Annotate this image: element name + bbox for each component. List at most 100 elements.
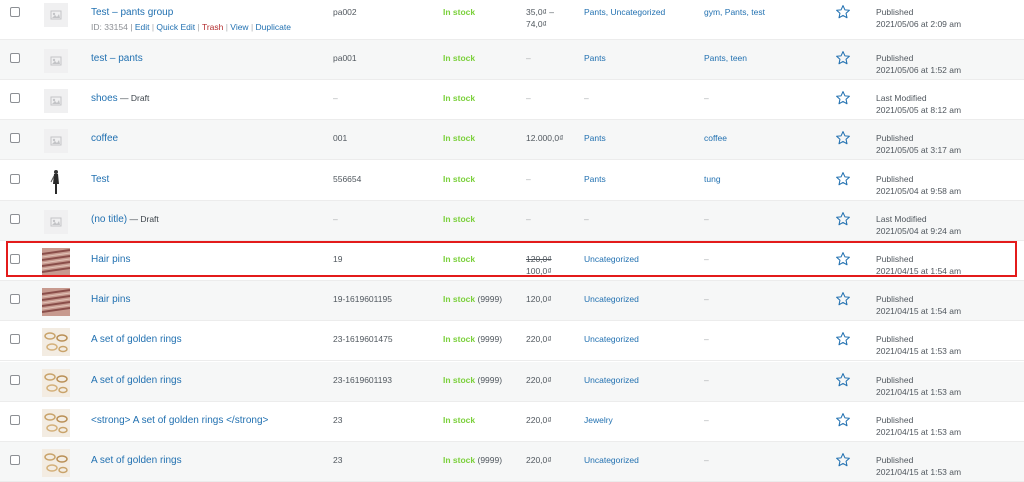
edit-link[interactable]: Edit (135, 22, 150, 32)
star-icon[interactable] (835, 50, 851, 66)
tags[interactable]: – (704, 92, 709, 104)
product-name[interactable]: (no title) (91, 214, 127, 225)
product-thumbnail[interactable] (42, 288, 70, 317)
quick-edit-link[interactable]: Quick Edit (156, 22, 195, 32)
product-name-link[interactable]: Hair pins (91, 293, 130, 306)
product-name-link[interactable]: shoes — Draft (91, 92, 149, 105)
product-name[interactable]: coffee (91, 133, 118, 144)
product-name[interactable]: Test – pants group (91, 7, 173, 18)
tags[interactable]: coffee (704, 132, 727, 144)
product-name-link[interactable]: test – pants (91, 52, 143, 65)
tags[interactable]: – (704, 293, 709, 305)
product-thumbnail[interactable] (42, 208, 70, 236)
row-checkbox[interactable] (10, 93, 20, 104)
row-checkbox[interactable] (10, 294, 20, 305)
star-icon[interactable] (835, 452, 851, 468)
tags[interactable]: – (704, 253, 709, 265)
star-icon[interactable] (835, 291, 851, 307)
product-thumbnail[interactable] (42, 368, 70, 397)
product-name-link[interactable]: Hair pins (91, 253, 130, 266)
product-name-link[interactable]: Test – pants group (91, 6, 173, 19)
tags[interactable]: – (704, 213, 709, 225)
product-name[interactable]: A set of golden rings (91, 455, 182, 466)
product-name-link[interactable]: (no title) — Draft (91, 213, 159, 226)
separator: | (248, 22, 256, 32)
row-checkbox[interactable] (10, 455, 20, 465)
tags[interactable]: – (704, 333, 709, 345)
in-stock-label: In stock (443, 213, 476, 224)
date-value: 2021/05/05 at 8:12 am (876, 105, 962, 116)
product-name[interactable]: test – pants (91, 53, 143, 64)
product-name[interactable]: Hair pins (91, 294, 130, 305)
product-name[interactable]: A set of golden rings (91, 334, 182, 345)
star-icon[interactable] (835, 90, 851, 106)
product-name[interactable]: shoes (91, 93, 118, 104)
product-thumbnail[interactable] (42, 328, 70, 357)
product-thumbnail[interactable] (42, 449, 70, 477)
categories[interactable]: Uncategorized (584, 454, 639, 466)
tags[interactable]: tung (704, 173, 721, 185)
product-thumbnail[interactable] (42, 248, 70, 276)
row-checkbox[interactable] (10, 133, 20, 144)
in-stock-label: In stock (443, 53, 476, 63)
product-thumbnail[interactable] (42, 408, 70, 437)
star-icon[interactable] (835, 130, 851, 146)
date-value: 2021/04/15 at 1:54 am (876, 306, 962, 317)
tags[interactable]: Pants, teen (704, 52, 747, 64)
categories[interactable]: Pants (584, 173, 606, 185)
product-thumbnail[interactable] (42, 87, 70, 115)
row-checkbox[interactable] (10, 53, 20, 63)
star-icon[interactable] (835, 372, 851, 388)
row-checkbox[interactable] (10, 334, 20, 345)
product-name-link[interactable]: coffee (91, 132, 118, 145)
duplicate-link[interactable]: Duplicate (256, 22, 291, 32)
tags[interactable]: – (704, 454, 709, 466)
product-name[interactable]: Hair pins (91, 254, 130, 265)
row-checkbox[interactable] (10, 213, 20, 224)
tags[interactable]: – (704, 414, 709, 426)
trash-link[interactable]: Trash (202, 22, 223, 32)
date: Published 2021/04/15 at 1:53 am (876, 454, 961, 478)
categories[interactable]: – (584, 213, 589, 225)
categories[interactable]: Uncategorized (584, 333, 639, 345)
view-link[interactable]: View (230, 22, 248, 32)
categories[interactable]: Jewelry (584, 414, 613, 426)
product-name-link[interactable]: A set of golden rings (91, 374, 182, 387)
product-name[interactable]: <strong> A set of golden rings </strong> (91, 415, 268, 426)
row-checkbox[interactable] (10, 173, 20, 184)
tags[interactable]: – (704, 374, 709, 386)
star-icon[interactable] (835, 251, 851, 267)
tags[interactable]: gym, Pants, test (704, 6, 765, 18)
row-checkbox[interactable] (10, 374, 20, 385)
star-icon[interactable] (835, 171, 851, 187)
star-icon[interactable] (835, 4, 851, 20)
product-thumbnail[interactable] (42, 127, 70, 155)
categories[interactable]: – (584, 92, 589, 104)
star-icon[interactable] (835, 331, 851, 347)
product-thumbnail[interactable] (42, 47, 70, 75)
product-thumbnail[interactable] (42, 167, 70, 196)
categories[interactable]: Pants (584, 132, 606, 144)
categories[interactable]: Uncategorized (584, 374, 639, 386)
row-checkbox[interactable] (10, 414, 20, 425)
row-checkbox[interactable] (10, 7, 20, 17)
stock-status: In stock (9999) (443, 374, 502, 386)
row-checkbox[interactable] (10, 254, 20, 264)
product-name-link[interactable]: <strong> A set of golden rings </strong> (91, 414, 268, 427)
categories[interactable]: Uncategorized (584, 293, 639, 305)
price-line: – (526, 213, 531, 224)
date: Published 2021/04/15 at 1:54 am (876, 293, 961, 317)
product-name-link[interactable]: A set of golden rings (91, 333, 182, 346)
product-thumbnail[interactable] (42, 1, 70, 29)
categories[interactable]: Pants (584, 52, 606, 64)
product-name-link[interactable]: A set of golden rings (91, 454, 182, 467)
date-status: Published (876, 414, 914, 425)
categories[interactable]: Pants, Uncategorized (584, 6, 665, 18)
product-name[interactable]: Test (91, 174, 109, 185)
product-name-link[interactable]: Test (91, 173, 109, 186)
star-icon[interactable] (835, 211, 851, 227)
product-name[interactable]: A set of golden rings (91, 375, 182, 386)
categories[interactable]: Uncategorized (584, 253, 639, 265)
star-icon[interactable] (835, 412, 851, 428)
in-stock-label: In stock (443, 334, 476, 345)
